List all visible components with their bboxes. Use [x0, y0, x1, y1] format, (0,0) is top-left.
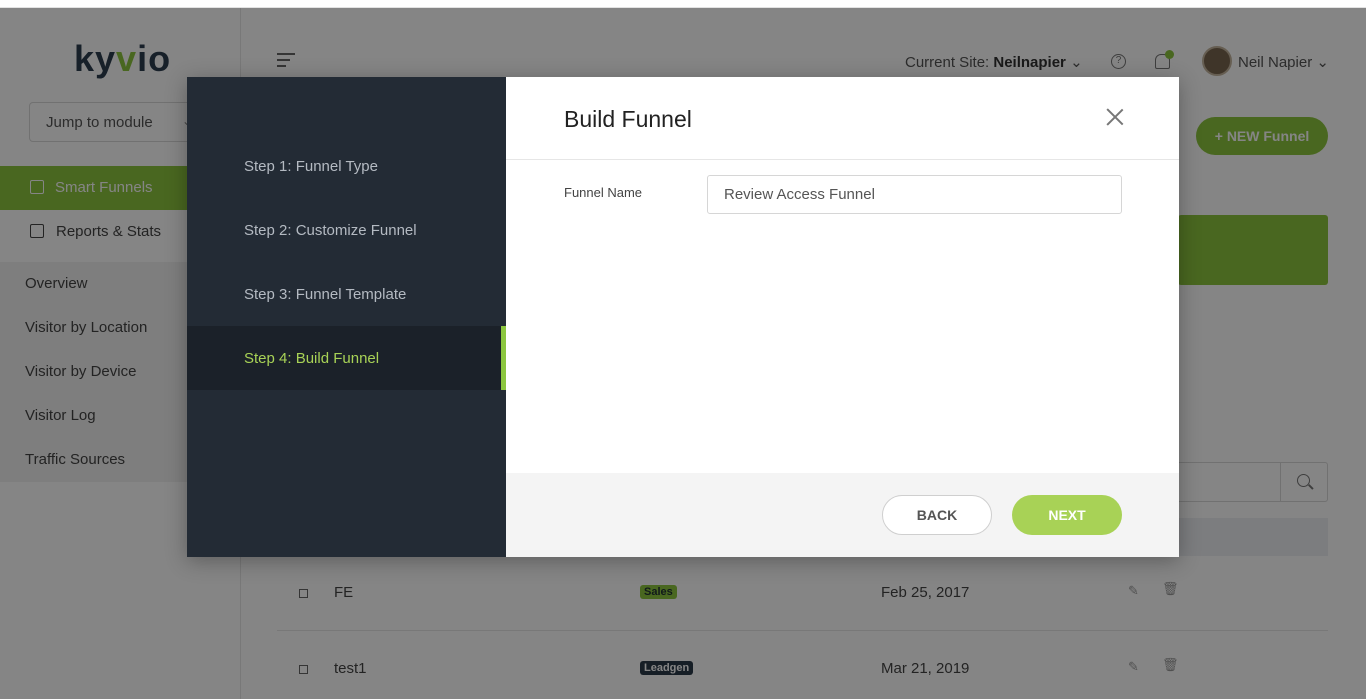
modal-divider: [506, 159, 1179, 160]
next-button[interactable]: NEXT: [1012, 495, 1122, 535]
step-funnel-type[interactable]: Step 1: Funnel Type: [187, 134, 506, 198]
close-icon[interactable]: [1106, 108, 1124, 126]
back-button[interactable]: BACK: [882, 495, 992, 535]
browser-top-strip: [0, 0, 1366, 8]
step-funnel-template[interactable]: Step 3: Funnel Template: [187, 262, 506, 326]
build-funnel-modal: Step 1: Funnel Type Step 2: Customize Fu…: [187, 77, 1179, 557]
modal-footer: BACK NEXT: [506, 473, 1179, 557]
step-customize-funnel[interactable]: Step 2: Customize Funnel: [187, 198, 506, 262]
modal-title: Build Funnel: [564, 106, 692, 132]
funnel-name-input[interactable]: [707, 175, 1122, 214]
wizard-steps: Step 1: Funnel Type Step 2: Customize Fu…: [187, 77, 506, 557]
funnel-name-label: Funnel Name: [564, 185, 643, 200]
step-build-funnel[interactable]: Step 4: Build Funnel: [187, 326, 506, 390]
